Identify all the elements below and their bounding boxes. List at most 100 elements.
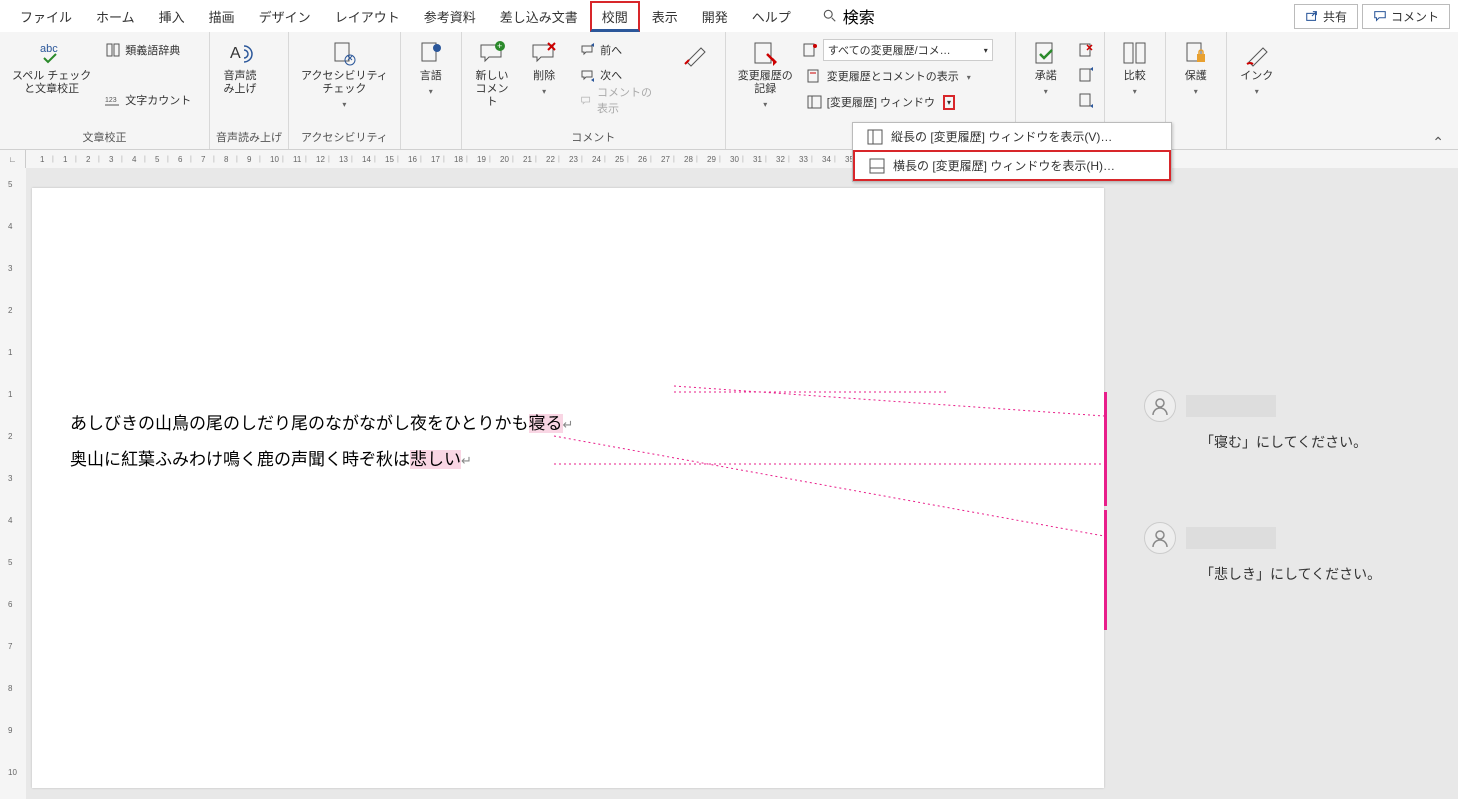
ruler-tick: 34 xyxy=(822,155,831,164)
menu-review[interactable]: 校閲 xyxy=(590,1,640,32)
ink-comment-button[interactable] xyxy=(671,38,719,70)
ruler-tick: 9 xyxy=(8,726,12,735)
compare-button[interactable]: 比較 ▾ xyxy=(1111,38,1159,98)
comment-text: 「悲しき」にしてください。 xyxy=(1200,564,1458,584)
prev-change-button[interactable] xyxy=(1074,63,1098,87)
ruler-tick: 20 xyxy=(500,155,509,164)
menu-insert[interactable]: 挿入 xyxy=(147,1,197,32)
tracked-change[interactable]: 寝る xyxy=(529,414,563,433)
ruler-tick: 14 xyxy=(362,155,371,164)
prev-comment-button[interactable]: 前へ xyxy=(576,38,663,62)
ruler-tick: 21 xyxy=(523,155,532,164)
word-count-button[interactable]: 123 文字カウント xyxy=(101,88,195,112)
ruler-tick: 19 xyxy=(477,155,486,164)
next-change-button[interactable] xyxy=(1074,88,1098,112)
ruler-tick: 3 xyxy=(8,264,12,273)
speaker-a-icon: A xyxy=(226,40,254,68)
document-line[interactable]: 奥山に紅葉ふみわけ鳴く鹿の声聞く時ぞ秋は悲しい↵ xyxy=(70,442,1064,478)
ruler-tick: 31 xyxy=(753,155,762,164)
show-markup-button[interactable]: 変更履歴とコメントの表示 ▾ xyxy=(803,64,993,88)
accessibility-check-button[interactable]: アクセシビリティ チェック ▾ xyxy=(295,38,394,111)
comment-indicator-bar xyxy=(1104,510,1107,630)
menu-home[interactable]: ホーム xyxy=(84,1,147,32)
thesaurus-button[interactable]: 類義語辞典 xyxy=(101,38,195,62)
accept-button[interactable]: 承諾 ▾ xyxy=(1022,38,1070,98)
ruler-tick: 1 xyxy=(8,390,12,399)
menu-developer[interactable]: 開発 xyxy=(690,1,740,32)
ruler-tick: 26 xyxy=(638,155,647,164)
search-box[interactable]: 検索 xyxy=(823,4,875,28)
ruler-tick: 7 xyxy=(8,642,12,651)
ruler-tick: 1 xyxy=(40,155,44,164)
ruler-tick: 25 xyxy=(615,155,624,164)
arrow-prev-icon xyxy=(580,42,596,58)
book-icon xyxy=(105,42,121,58)
accept-icon xyxy=(1032,40,1060,68)
svg-text:abc: abc xyxy=(40,43,58,55)
menu-layout[interactable]: レイアウト xyxy=(323,1,412,32)
collapse-ribbon-chevron[interactable]: ⌃ xyxy=(1432,134,1444,151)
protect-button[interactable]: 保護 ▾ xyxy=(1172,38,1220,98)
ink-pen-icon xyxy=(1243,40,1271,68)
ruler-tick: 12 xyxy=(316,155,325,164)
svg-text:123: 123 xyxy=(105,97,117,104)
comments-pane: 「寝む」にしてください。 「悲しき」にしてください。 xyxy=(1144,390,1458,654)
search-icon xyxy=(823,9,837,23)
reviewing-pane-horizontal-item[interactable]: 横長の [変更履歴] ウィンドウを表示(H)… xyxy=(853,150,1171,181)
chevron-down-icon: ▾ xyxy=(429,87,433,96)
ruler-tick: 2 xyxy=(8,306,12,315)
pen-icon xyxy=(681,40,709,68)
ruler-corner[interactable]: ∟ xyxy=(0,150,26,168)
show-comments-icon xyxy=(580,92,593,108)
menu-help[interactable]: ヘルプ xyxy=(740,1,803,32)
compare-icon xyxy=(1121,40,1149,68)
ruler-tick: 10 xyxy=(270,155,279,164)
share-icon xyxy=(1305,9,1319,23)
display-for-review-combo[interactable]: すべての変更履歴/コメ… ▾ xyxy=(823,39,993,61)
reviewing-pane-vertical-item[interactable]: 縦長の [変更履歴] ウィンドウを表示(V)… xyxy=(853,123,1171,150)
reject-button[interactable] xyxy=(1074,38,1098,62)
abc-check-icon: abc xyxy=(38,40,66,68)
menu-design[interactable]: デザイン xyxy=(247,1,323,32)
ruler-tick: 3 xyxy=(109,155,113,164)
chevron-down-icon: ▾ xyxy=(1255,87,1259,96)
group-label-proofing: 文章校正 xyxy=(6,129,203,147)
accessibility-icon xyxy=(330,40,358,68)
reviewing-pane-dropdown-menu: 縦長の [変更履歴] ウィンドウを表示(V)… 横長の [変更履歴] ウィンドウ… xyxy=(852,122,1172,182)
show-comments-button[interactable]: コメントの表示 xyxy=(576,88,663,112)
comment-button[interactable]: コメント xyxy=(1362,4,1450,29)
comment-card[interactable]: 「悲しき」にしてください。 xyxy=(1144,522,1458,584)
group-label-speech: 音声読み上げ xyxy=(216,129,282,147)
comment-card[interactable]: 「寝む」にしてください。 xyxy=(1144,390,1458,452)
ruler-tick: 24 xyxy=(592,155,601,164)
delete-comment-button[interactable]: 削除 ▾ xyxy=(520,38,568,98)
next-change-icon xyxy=(1078,92,1094,108)
menu-bar: ファイル ホーム 挿入 描画 デザイン レイアウト 参考資料 差し込み文書 校閲… xyxy=(0,0,1458,32)
ink-button[interactable]: インク ▾ xyxy=(1233,38,1281,98)
track-changes-button[interactable]: 変更履歴の 記録 ▾ xyxy=(732,38,799,111)
menu-mailings[interactable]: 差し込み文書 xyxy=(488,1,590,32)
share-button[interactable]: 共有 xyxy=(1294,4,1358,29)
markup-icon xyxy=(807,68,823,84)
reviewing-pane-dropdown[interactable]: ▾ xyxy=(943,95,955,110)
ruler-tick: 7 xyxy=(201,155,205,164)
ruler-tick: 15 xyxy=(385,155,394,164)
new-comment-button[interactable]: + 新しい コメント xyxy=(468,38,516,112)
menu-file[interactable]: ファイル xyxy=(8,1,84,32)
ruler-tick: 8 xyxy=(8,684,12,693)
read-aloud-button[interactable]: A 音声読 み上げ xyxy=(216,38,264,98)
spell-check-button[interactable]: abc スペル チェック と文章校正 xyxy=(6,38,97,98)
count-icon: 123 xyxy=(105,92,121,108)
page[interactable]: あしびきの山鳥の尾のしだり尾のながながし夜をひとりかも寝る↵ 奥山に紅葉ふみわけ… xyxy=(32,188,1104,788)
ruler-tick: 27 xyxy=(661,155,670,164)
person-icon xyxy=(1150,528,1170,548)
reviewing-pane-button[interactable]: [変更履歴] ウィンドウ ▾ xyxy=(803,90,993,114)
ruler-tick: 17 xyxy=(431,155,440,164)
menu-draw[interactable]: 描画 xyxy=(197,1,247,32)
menu-view[interactable]: 表示 xyxy=(640,1,690,32)
tracked-change[interactable]: 悲しい xyxy=(410,450,461,469)
prev-change-icon xyxy=(1078,67,1094,83)
document-line[interactable]: あしびきの山鳥の尾のしだり尾のながながし夜をひとりかも寝る↵ xyxy=(70,406,1064,442)
menu-references[interactable]: 参考資料 xyxy=(412,1,488,32)
language-button[interactable]: 言語 ▾ xyxy=(407,38,455,98)
